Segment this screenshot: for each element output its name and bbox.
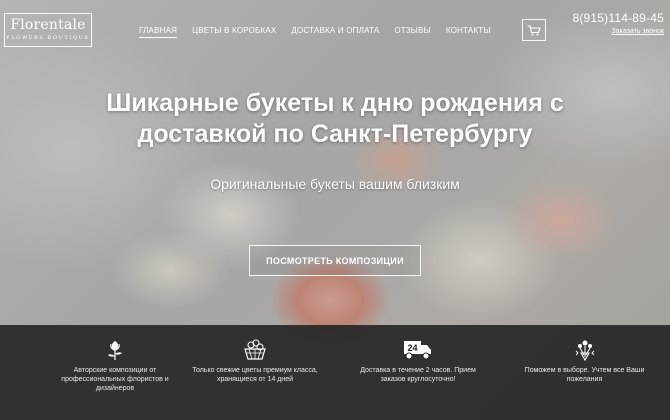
feature-item: Поможем в выборе. Учтем все Ваши пожелан… — [512, 339, 657, 384]
cart-icon — [527, 24, 541, 35]
brand-logo[interactable]: Florentale FLOWERS BOUTIQUE — [4, 13, 92, 47]
nav-item-boxes[interactable]: ЦВЕТЫ В КОРОБКАХ — [192, 26, 276, 38]
hero-title: Шикарные букеты к дню рождения с доставк… — [0, 88, 670, 150]
feature-text-line: заказов круглосуточно! — [380, 376, 456, 383]
nav-item-contacts[interactable]: КОНТАКТЫ — [446, 26, 491, 38]
feature-item: Авторские композиции от профессиональных… — [40, 339, 190, 393]
hero-background-image — [0, 0, 670, 325]
delivery-badge-text: 24 — [407, 343, 417, 353]
feature-text-line: профессиональных флористов и — [61, 376, 169, 383]
brand-tagline: FLOWERS BOUTIQUE — [6, 35, 90, 41]
feature-item: Только свежие цветы премиум класса, хран… — [180, 339, 330, 384]
feature-text-line: Авторские композиции от — [73, 367, 157, 374]
phone-number[interactable]: 8(915)114-89-45 — [572, 11, 664, 25]
hero-subtitle: Оригинальные букеты вашим близким — [210, 176, 460, 192]
flower-basket-icon — [244, 339, 266, 360]
feature-item: 24 Доставка в течение 2 часов. Прием зак… — [348, 339, 488, 384]
main-nav: ГЛАВНАЯ ЦВЕТЫ В КОРОБКАХ ДОСТАВКА И ОПЛА… — [139, 26, 506, 38]
view-compositions-button[interactable]: ПОСМОТРЕТЬ КОМПОЗИЦИИ — [249, 245, 421, 276]
callback-link[interactable]: Заказать звонок — [612, 28, 664, 35]
brand-name: Florentale — [10, 17, 86, 33]
feature-text-line: Поможем в выборе. Учтем все Ваши — [524, 367, 645, 374]
nav-item-home[interactable]: ГЛАВНАЯ — [139, 26, 178, 38]
delivery-truck-24-icon: 24 — [404, 341, 431, 360]
feature-text-line: Только свежие цветы премиум класса, — [192, 367, 318, 374]
hero-title-line-1: Шикарные букеты к дню рождения с — [106, 89, 564, 117]
feature-text-line: пожелания — [566, 376, 603, 383]
features-bar: Авторские композиции от профессиональных… — [0, 325, 670, 420]
feature-text-line: Доставка в течение 2 часов. Прием — [360, 367, 476, 374]
feature-text-line: дизайнеров — [95, 385, 135, 392]
nav-item-reviews[interactable]: ОТЗЫВЫ — [394, 26, 431, 38]
nav-item-delivery[interactable]: ДОСТАВКА И ОПЛАТА — [291, 26, 379, 38]
flower-icon — [108, 341, 122, 360]
hero-title-line-2: доставкой по Санкт-Петербургу — [137, 120, 533, 148]
feature-text-line: хранящиеся от 14 дней — [216, 376, 294, 383]
bouquet-choice-icon — [575, 340, 594, 361]
cart-button[interactable] — [522, 19, 546, 41]
hero-page: Florentale FLOWERS BOUTIQUE ГЛАВНАЯ ЦВЕТ… — [0, 0, 670, 420]
